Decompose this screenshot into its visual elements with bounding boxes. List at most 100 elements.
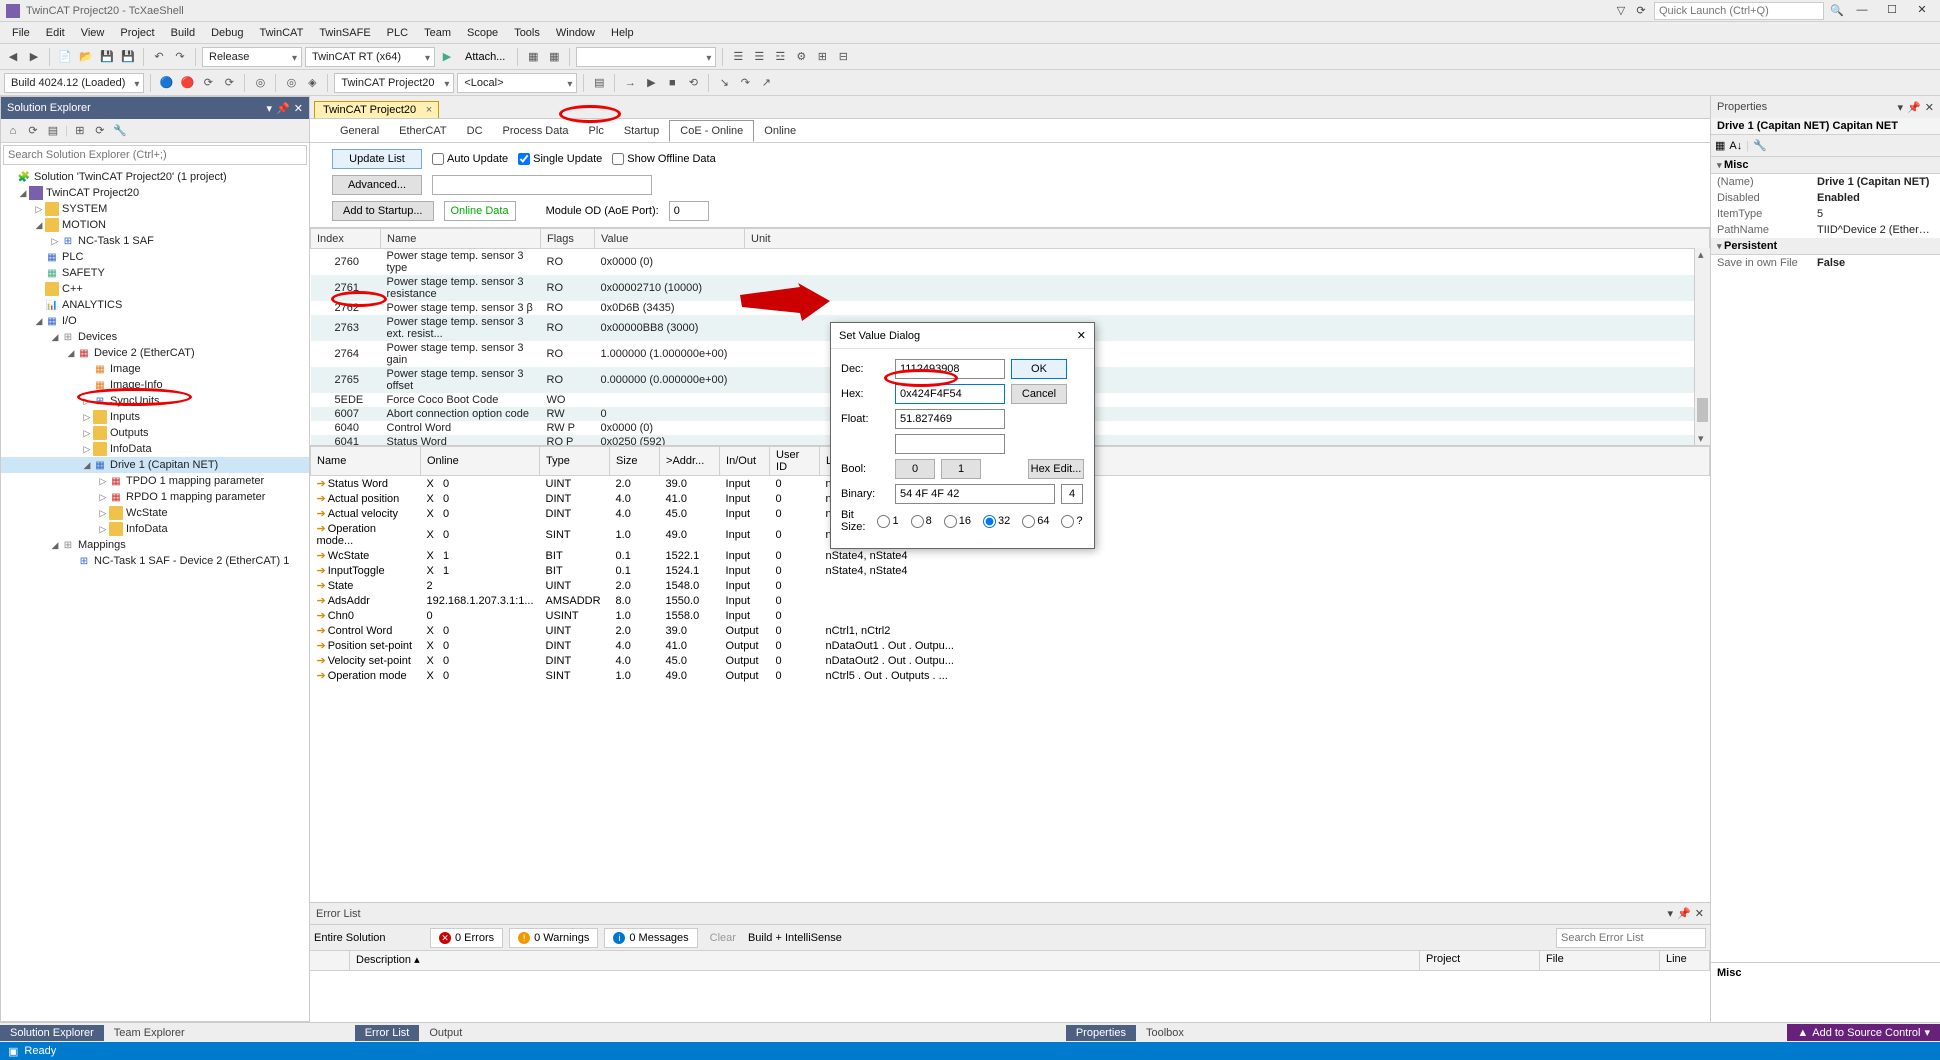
close-button[interactable]: ✕ (1910, 2, 1934, 20)
tool-icon-8[interactable]: ⊟ (834, 48, 852, 66)
col-value[interactable]: Value (595, 229, 745, 249)
warnings-button[interactable]: !0 Warnings (509, 928, 598, 948)
bitsize-1[interactable]: 1 (877, 515, 898, 528)
col-inout[interactable]: In/Out (720, 447, 770, 476)
close-icon[interactable]: ✕ (1695, 907, 1704, 920)
prop-row[interactable]: ItemType5 (1711, 206, 1940, 222)
saveall-icon[interactable]: 💾 (119, 48, 137, 66)
plc-start-icon[interactable]: ▶ (642, 74, 660, 92)
dropdown-icon[interactable]: ▾ (1668, 907, 1674, 920)
categorize-icon[interactable]: ▦ (1715, 139, 1725, 152)
alpha-icon[interactable]: A↓ (1729, 140, 1742, 152)
tc-icon-7[interactable]: ◈ (303, 74, 321, 92)
menu-file[interactable]: File (4, 24, 38, 42)
coe-row[interactable]: 2761Power stage temp. sensor 3 resistanc… (311, 275, 1710, 301)
tc-icon-3[interactable]: ⟳ (199, 74, 217, 92)
tree-devices[interactable]: ◢⊞Devices (1, 329, 309, 345)
variable-row[interactable]: ➔Operation modeX 0SINT1.049.0Output0nCtr… (311, 668, 1710, 683)
menu-window[interactable]: Window (548, 24, 603, 42)
tree-motion[interactable]: ◢MOTION (1, 217, 309, 233)
coe-scrollbar[interactable]: ▴ ▾ (1694, 248, 1710, 445)
tab-properties[interactable]: Properties (1066, 1025, 1136, 1041)
pin-icon[interactable]: 📌 (276, 102, 290, 115)
step-out-icon[interactable]: ↗ (757, 74, 775, 92)
dropdown-icon[interactable]: ▾ (1898, 101, 1904, 114)
filter-input[interactable] (432, 175, 652, 195)
tree-infodata2[interactable]: ▷InfoData (1, 521, 309, 537)
tab-online[interactable]: Online (754, 121, 806, 141)
menu-team[interactable]: Team (416, 24, 459, 42)
tc-icon-4[interactable]: ⟳ (220, 74, 238, 92)
advanced-button[interactable]: Advanced... (332, 175, 422, 195)
close-icon[interactable]: ✕ (1925, 101, 1934, 114)
build-combo[interactable]: Build 4024.12 (Loaded) (4, 73, 144, 93)
tree-project[interactable]: ◢TwinCAT Project20 (1, 185, 309, 201)
bool-1-button[interactable]: 1 (941, 459, 981, 479)
messages-button[interactable]: i0 Messages (604, 928, 697, 948)
pin-icon[interactable]: 📌 (1907, 101, 1921, 114)
auto-update-checkbox[interactable]: Auto Update (432, 153, 508, 165)
sync-icon[interactable]: ⟳ (1634, 4, 1648, 18)
undo-icon[interactable]: ↶ (150, 48, 168, 66)
tab-general[interactable]: General (330, 121, 389, 141)
tab-output[interactable]: Output (419, 1025, 472, 1041)
col-name[interactable]: Name (381, 229, 541, 249)
tab-startup[interactable]: Startup (614, 121, 669, 141)
tc-icon-1[interactable]: 🔵 (157, 74, 175, 92)
search-solution-input[interactable] (3, 145, 307, 165)
update-list-button[interactable]: Update List (332, 149, 422, 169)
menu-tools[interactable]: Tools (506, 24, 548, 42)
module-od-input[interactable] (669, 201, 709, 221)
tool-icon-5[interactable]: ☲ (771, 48, 789, 66)
wrench-icon[interactable]: 🔧 (1753, 139, 1767, 152)
filter-icon[interactable]: ▽ (1614, 4, 1628, 18)
tab-ethercat[interactable]: EtherCAT (389, 121, 456, 141)
properties-object[interactable]: Drive 1 (Capitan NET) Capitan NET (1711, 118, 1940, 135)
add-source-control-button[interactable]: ▲ Add to Source Control ▾ (1787, 1024, 1940, 1041)
menu-help[interactable]: Help (603, 24, 642, 42)
single-update-checkbox[interactable]: Single Update (518, 153, 602, 165)
col-project[interactable]: Project (1420, 951, 1540, 970)
minimize-button[interactable]: — (1850, 2, 1874, 20)
ok-button[interactable]: OK (1011, 359, 1067, 379)
col-online[interactable]: Online (421, 447, 540, 476)
search-icon[interactable]: 🔍 (1830, 4, 1844, 18)
prop-row[interactable]: DisabledEnabled (1711, 190, 1940, 206)
menu-project[interactable]: Project (112, 24, 162, 42)
bitsize-8[interactable]: 8 (911, 515, 932, 528)
col-name[interactable]: Name (311, 447, 421, 476)
tc-icon-6[interactable]: ◎ (282, 74, 300, 92)
tree-inputs[interactable]: ▷Inputs (1, 409, 309, 425)
refresh-icon[interactable]: ⟳ (92, 123, 108, 139)
menu-view[interactable]: View (73, 24, 113, 42)
tool-icon-4[interactable]: ☰ (750, 48, 768, 66)
tool-icon-6[interactable]: ⚙ (792, 48, 810, 66)
tree-rpdo[interactable]: ▷▦RPDO 1 mapping parameter (1, 489, 309, 505)
variable-row[interactable]: ➔Position set-pointX 0DINT4.041.0Output0… (311, 638, 1710, 653)
redo-icon[interactable]: ↷ (171, 48, 189, 66)
home-icon[interactable]: ⌂ (5, 123, 21, 139)
tool-icon-2[interactable]: ▦ (545, 48, 563, 66)
prop-category-misc[interactable]: Misc (1711, 157, 1940, 174)
document-tab-project[interactable]: TwinCAT Project20 (314, 101, 439, 118)
dialog-close-button[interactable]: ✕ (1077, 329, 1086, 342)
tree-wcstate[interactable]: ▷WcState (1, 505, 309, 521)
col-index[interactable]: Index (311, 229, 381, 249)
plc-login-icon[interactable]: → (621, 74, 639, 92)
variable-row[interactable]: ➔Velocity set-pointX 0DINT4.045.0Output0… (311, 653, 1710, 668)
variable-row[interactable]: ➔Chn00USINT1.01558.0Input0 (311, 608, 1710, 623)
prop-category-persistent[interactable]: Persistent (1711, 238, 1940, 255)
platform-combo[interactable]: TwinCAT RT (x64) (305, 47, 435, 67)
tab-coe-online[interactable]: CoE - Online (669, 120, 754, 142)
variable-row[interactable]: ➔State2UINT2.01548.0Input0 (311, 578, 1710, 593)
bitsize-16[interactable]: 16 (944, 515, 971, 528)
solution-filter-combo[interactable]: Entire Solution (314, 932, 424, 944)
tree-syncunits[interactable]: ▷⊞SyncUnits (1, 393, 309, 409)
tree-analytics[interactable]: 📊ANALYTICS (1, 297, 309, 313)
col-userid[interactable]: User ID (770, 447, 820, 476)
start-icon[interactable]: ▶ (438, 48, 456, 66)
tree-mappings[interactable]: ◢⊞Mappings (1, 537, 309, 553)
variable-row[interactable]: ➔AdsAddr192.168.1.207.3.1:1...AMSADDR8.0… (311, 593, 1710, 608)
open-icon[interactable]: 📂 (77, 48, 95, 66)
quick-launch-input[interactable] (1654, 2, 1824, 20)
